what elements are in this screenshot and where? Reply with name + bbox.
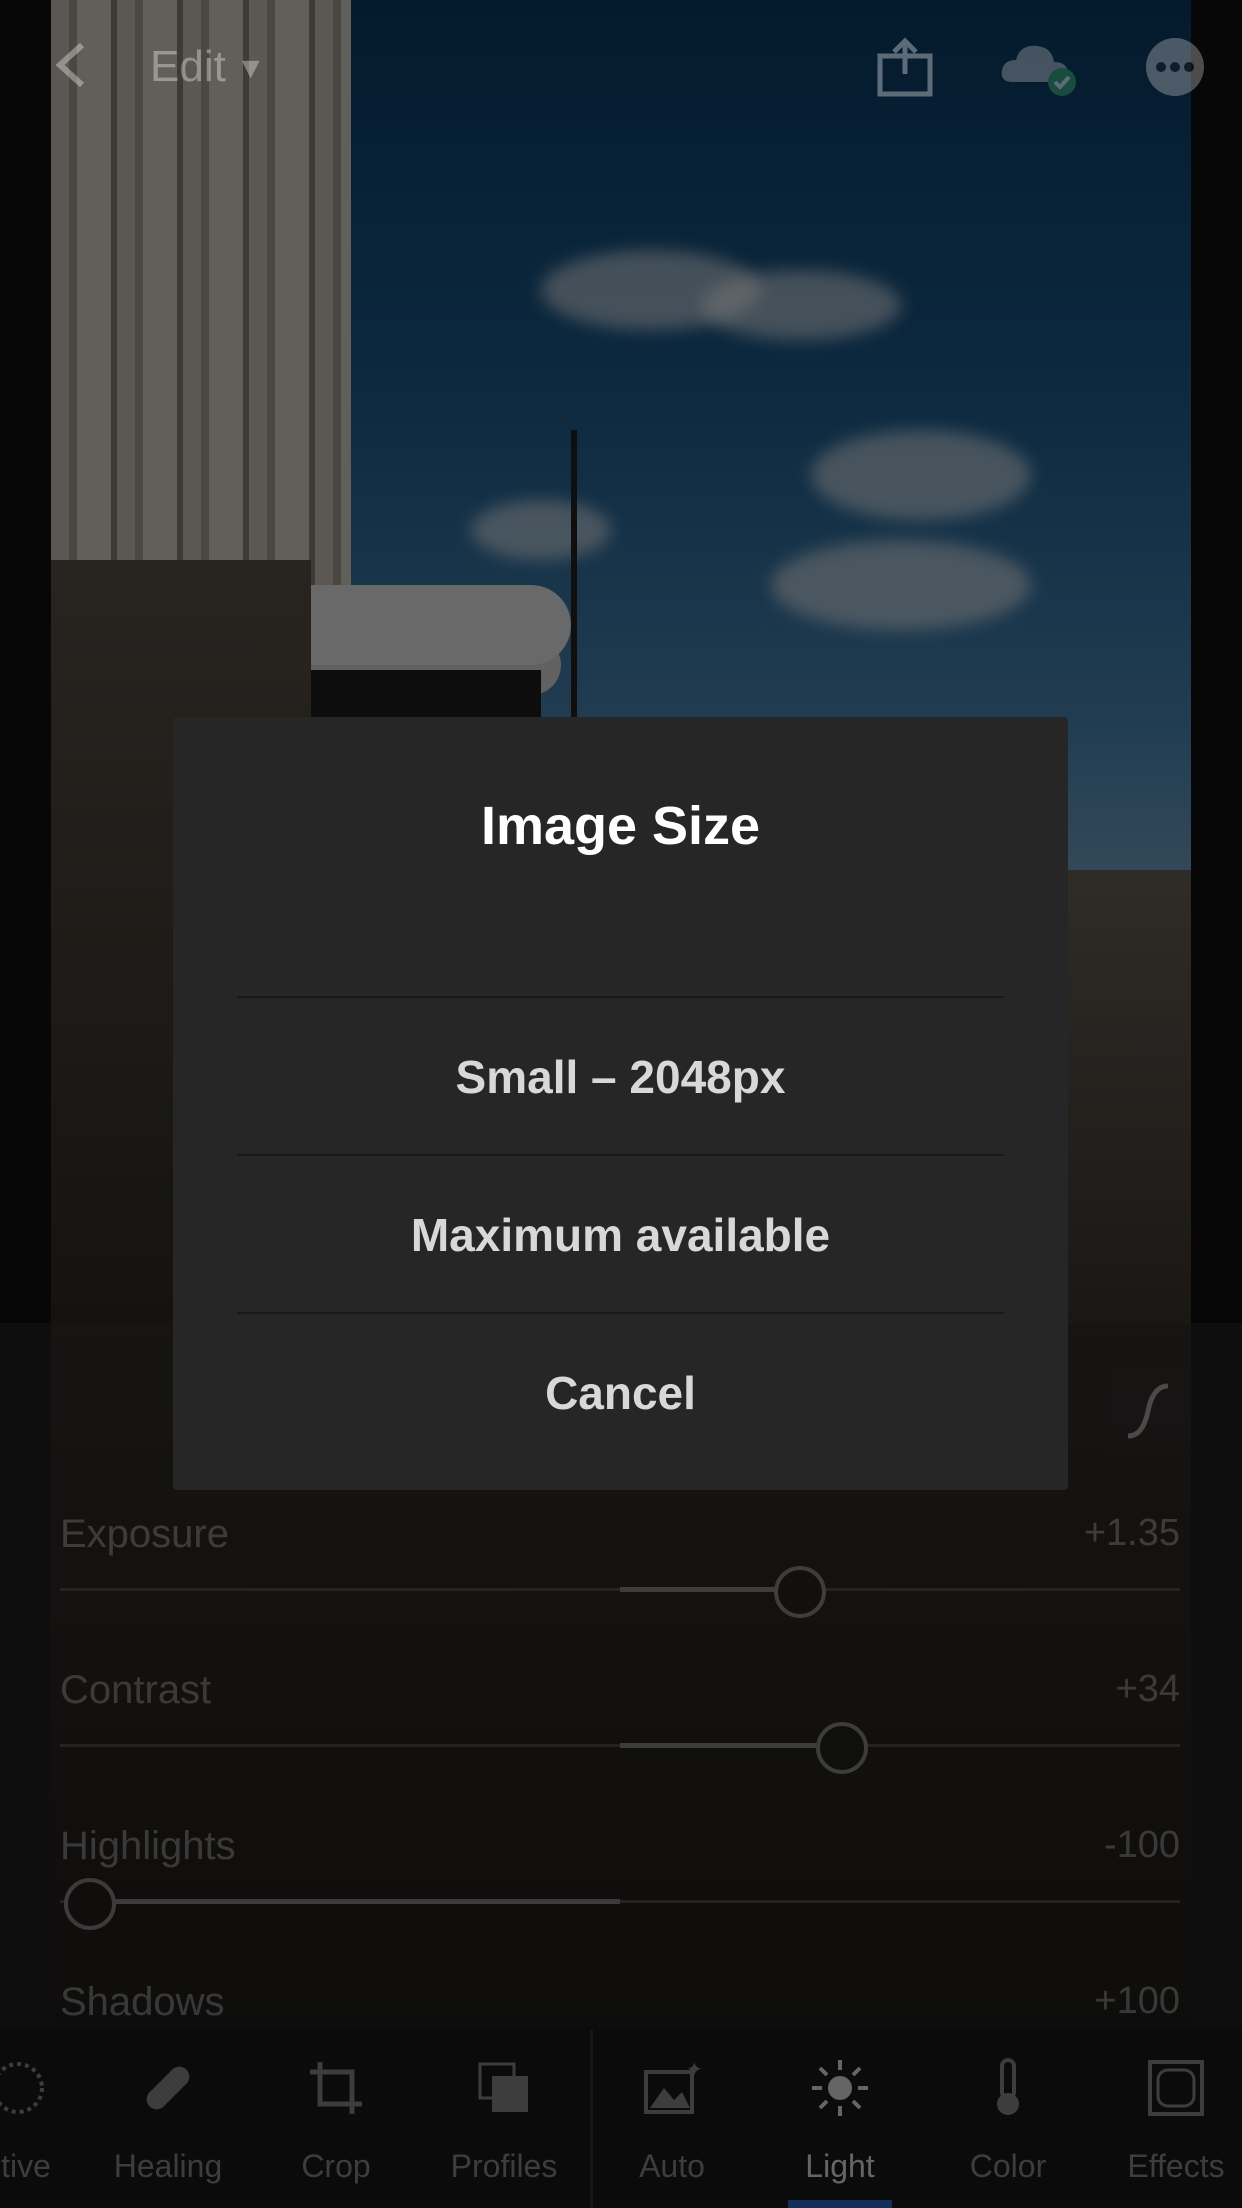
back-arrow-icon[interactable] (52, 40, 92, 90)
cloud-sync-icon[interactable] (998, 36, 1082, 98)
toolbar-dim-overlay (0, 2028, 1242, 2208)
edit-mode-label: Edit (150, 42, 226, 91)
chevron-down-icon: ▼ (235, 52, 266, 86)
more-options-icon[interactable] (1144, 36, 1206, 98)
dialog-title: Image Size (480, 796, 761, 856)
option-small-2048px[interactable]: Small – 2048px (237, 996, 1004, 1156)
top-bar: Edit ▼ (0, 0, 1242, 135)
image-size-dialog: Image Size Small – 2048px Maximum availa… (173, 717, 1068, 1490)
share-icon[interactable] (874, 36, 936, 98)
option-maximum-available[interactable]: Maximum available (237, 1154, 1004, 1314)
edit-mode-menu[interactable]: Edit ▼ (150, 42, 266, 92)
cancel-button[interactable]: Cancel (237, 1312, 1004, 1472)
